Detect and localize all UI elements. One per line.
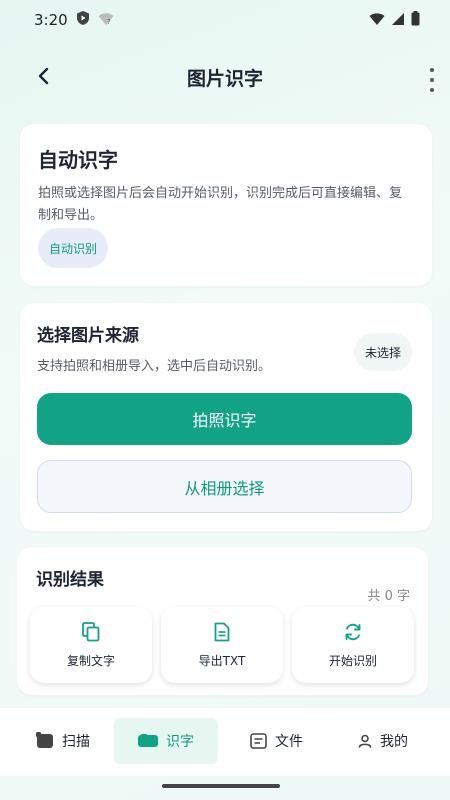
page-title: 图片识字 [186, 68, 263, 90]
signal-icon [391, 11, 405, 30]
choose-from-album-button[interactable]: 从相册选择 [37, 460, 412, 513]
nav-item-files[interactable]: 文件 [250, 718, 303, 764]
battery-icon [411, 10, 420, 30]
image-source-card: 选择图片来源 支持拍照和相册导入，选中后自动识别。 未选择 拍照识字 从相册选择 [20, 303, 432, 531]
wifi-unknown-icon: ? [98, 11, 114, 30]
app-bar: 图片识字 [0, 52, 450, 100]
shield-icon [76, 10, 90, 30]
selection-status-chip: 未选择 [353, 333, 412, 371]
bottom-navigation: 扫描 识字 文件 我的 [0, 708, 450, 776]
nav-label-recognize: 识字 [166, 734, 194, 750]
nav-item-me[interactable]: 我的 [358, 718, 408, 764]
home-indicator[interactable] [162, 784, 280, 788]
auto-recognition-chip: 自动识别 [38, 228, 109, 268]
copy-text-label: 复制文字 [66, 653, 115, 668]
copy-icon [82, 621, 100, 641]
copy-text-button[interactable]: 复制文字 [30, 607, 152, 683]
scan-icon [36, 732, 53, 748]
result-card-title: 识别结果 [36, 570, 104, 590]
nav-label-files: 文件 [275, 734, 303, 750]
more-dot-icon [430, 88, 434, 92]
export-txt-button[interactable]: 导出TXT [161, 607, 283, 683]
file-icon [250, 733, 267, 749]
character-count: 共 0 字 [367, 589, 410, 604]
nav-item-recognize[interactable]: 识字 [114, 718, 218, 764]
refresh-icon [345, 623, 361, 640]
document-icon [214, 622, 230, 641]
auto-recognition-card: 自动识字 拍照或选择图片后会自动开始识别，识别完成后可直接编辑、复制和导出。 自… [20, 124, 432, 286]
status-right [369, 10, 420, 30]
action-bar: 复制文字 导出TXT 开始识别 [30, 607, 416, 683]
nav-item-scan[interactable]: 扫描 [36, 718, 90, 764]
source-card-description: 支持拍照和相册导入，选中后自动识别。 [37, 359, 272, 374]
export-txt-label: 导出TXT [198, 653, 246, 668]
wifi-icon [369, 11, 385, 30]
text-recognition-icon [138, 734, 158, 747]
nav-label-scan: 扫描 [62, 734, 90, 750]
more-dot-icon [430, 68, 434, 72]
take-photo-button[interactable]: 拍照识字 [37, 393, 412, 445]
svg-text:?: ? [107, 18, 111, 26]
more-dot-icon [430, 78, 434, 82]
source-card-title: 选择图片来源 [37, 326, 139, 346]
start-recognition-label: 开始识别 [328, 653, 377, 668]
more-options-button[interactable] [428, 68, 436, 92]
auto-card-title: 自动识字 [38, 148, 118, 172]
nav-label-me: 我的 [380, 734, 408, 750]
status-time: 3:20 [34, 11, 68, 29]
person-icon [358, 734, 372, 748]
start-recognition-button[interactable]: 开始识别 [292, 607, 414, 683]
auto-card-description: 拍照或选择图片后会自动开始识别，识别完成后可直接编辑、复制和导出。 [38, 186, 403, 223]
status-bar: 3:20 ? [0, 0, 450, 40]
status-left: 3:20 ? [34, 10, 114, 30]
